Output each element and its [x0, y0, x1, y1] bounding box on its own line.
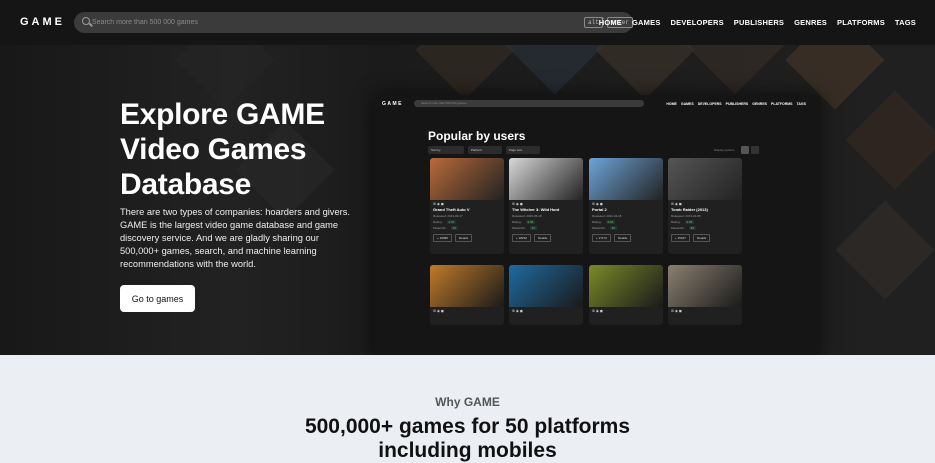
metacritic-value: 92: [529, 226, 538, 230]
game-cover-image: [509, 265, 583, 307]
released-text: Released: 2013-03-05: [671, 214, 701, 218]
hero-section: Explore GAME Video Games Database There …: [0, 45, 935, 355]
rating-label: Rating:: [671, 220, 681, 224]
top-navbar: GAME alt + enter HOME GAMES DEVELOPERS P…: [0, 0, 935, 45]
why-headline-line2: including mobiles: [378, 439, 557, 462]
game-name[interactable]: Grand Theft Auto V: [430, 206, 504, 213]
game-cover-image: [430, 265, 504, 307]
search-input[interactable]: [92, 15, 512, 30]
released-text: Released: 2011-04-18: [592, 214, 622, 218]
preview-nav-item: GAMES: [680, 102, 694, 106]
preview-filter: Platform: [468, 146, 502, 154]
add-count-button[interactable]: + 15047: [671, 234, 690, 242]
list-view-icon: [751, 146, 759, 154]
why-headline: 500,000+ games for 50 platforms includin…: [0, 415, 935, 463]
game-card[interactable]: ⊞ ◉ ◼ The Witcher 3: Wild Hunt Released: 2…: [509, 158, 583, 254]
details-button[interactable]: Details: [533, 234, 552, 242]
metacritic-label: Metacritic:: [671, 226, 685, 230]
why-eyebrow: Why GAME: [435, 395, 500, 409]
go-to-games-button[interactable]: Go to games: [120, 285, 195, 312]
nav-publishers[interactable]: PUBLISHERS: [734, 18, 784, 27]
metacritic-value: 86: [688, 226, 697, 230]
nav-genres[interactable]: GENRES: [794, 18, 827, 27]
preview-nav-item: GENRES: [752, 102, 767, 106]
rating-label: Rating:: [592, 220, 602, 224]
add-count-button[interactable]: + 17172: [592, 234, 611, 242]
grid-view-icon: [741, 146, 749, 154]
game-cover-image: [668, 265, 742, 307]
details-button[interactable]: Details: [692, 234, 711, 242]
preview-filter: Page size: [506, 146, 540, 154]
game-card[interactable]: ⊞ ◉ ◼: [668, 265, 742, 325]
search-icon: [82, 17, 90, 25]
released-text: Released: 2013-09-17: [433, 214, 463, 218]
platform-icons: ⊞ ◉ ◼: [512, 309, 523, 313]
nav-developers[interactable]: DEVELOPERS: [671, 18, 724, 27]
details-button[interactable]: Details: [613, 234, 632, 242]
add-count-button[interactable]: + 18232: [512, 234, 531, 242]
game-cover-image: [430, 158, 504, 200]
game-card[interactable]: ⊞ ◉ ◼: [509, 265, 583, 325]
rating-value: 4.05: [684, 220, 695, 224]
preview-title: Popular by users: [428, 129, 526, 143]
platform-icons: ⊞ ◉ ◼: [433, 309, 444, 313]
why-section: Why GAME 500,000+ games for 50 platforms…: [0, 355, 935, 463]
details-button[interactable]: Details: [454, 234, 473, 242]
card-buttons: + 17172 Details: [589, 231, 663, 245]
rating-value: 4.66: [525, 220, 536, 224]
metacritic-label: Metacritic:: [592, 226, 606, 230]
game-card[interactable]: ⊞ ◉ ◼ Portal 2 Released: 2011-04-18 Rating:…: [589, 158, 663, 254]
card-buttons: + 18232 Details: [509, 231, 583, 245]
app-preview: GAME Search more than 500 000 games HOME…: [374, 95, 820, 355]
main-nav: HOME GAMES DEVELOPERS PUBLISHERS GENRES …: [599, 18, 916, 27]
rating-label: Rating:: [512, 220, 522, 224]
rating-label: Rating:: [433, 220, 443, 224]
game-cover-image: [509, 158, 583, 200]
game-cover-image: [668, 158, 742, 200]
preview-filter: Sort by: [428, 146, 464, 154]
card-buttons: + 19080 Details: [430, 231, 504, 245]
nav-games[interactable]: GAMES: [632, 18, 661, 27]
site-logo[interactable]: GAME: [20, 16, 65, 28]
preview-search: Search more than 500 000 games: [414, 100, 644, 107]
preview-nav-item: DEVELOPERS: [697, 102, 722, 106]
game-card[interactable]: ⊞ ◉ ◼: [430, 265, 504, 325]
preview-nav-item: PLATFORMS: [771, 102, 793, 106]
nav-home[interactable]: HOME: [599, 18, 622, 27]
game-name[interactable]: The Witcher 3: Wild Hunt: [509, 206, 583, 213]
game-card[interactable]: ⊞ ◉ ◼ Tomb Raider (2013) Released: 2013-03…: [668, 158, 742, 254]
metacritic-value: 95: [609, 226, 618, 230]
preview-logo: GAME: [382, 101, 403, 107]
preview-nav-item: PUBLISHERS: [725, 102, 749, 106]
why-headline-line1: 500,000+ games for 50 platforms: [304, 415, 631, 438]
platform-icons: ⊞ ◉ ◼: [592, 309, 603, 313]
preview-nav: HOME GAMES DEVELOPERS PUBLISHERS GENRES …: [666, 102, 806, 106]
platform-icons: ⊞ ◉ ◼: [671, 309, 682, 313]
preview-display-label: Display options: [714, 148, 735, 152]
search-bar[interactable]: alt + enter: [74, 12, 634, 33]
hero-description: There are two types of companies: hoarde…: [120, 207, 350, 269]
metacritic-value: 92: [450, 226, 459, 230]
hero-title: Explore GAME Video Games Database: [120, 98, 325, 201]
metacritic-label: Metacritic:: [433, 226, 447, 230]
rating-value: 4.62: [605, 220, 616, 224]
nav-platforms[interactable]: PLATFORMS: [837, 18, 885, 27]
add-count-button[interactable]: + 19080: [433, 234, 452, 242]
game-name[interactable]: Tomb Raider (2013): [668, 206, 742, 213]
preview-nav-item: TAGS: [796, 102, 806, 106]
rating-value: 4.47: [446, 220, 457, 224]
card-buttons: + 15047 Details: [668, 231, 742, 245]
game-cover-image: [589, 265, 663, 307]
game-cover-image: [589, 158, 663, 200]
game-name[interactable]: Portal 2: [589, 206, 663, 213]
game-card[interactable]: ⊞ ◉ ◼: [589, 265, 663, 325]
game-card[interactable]: ⊞ ◉ ◼ Grand Theft Auto V Released: 2013-09…: [430, 158, 504, 254]
nav-tags[interactable]: TAGS: [895, 18, 916, 27]
preview-nav-item: HOME: [666, 102, 677, 106]
released-text: Released: 2015-05-18: [512, 214, 542, 218]
metacritic-label: Metacritic:: [512, 226, 526, 230]
